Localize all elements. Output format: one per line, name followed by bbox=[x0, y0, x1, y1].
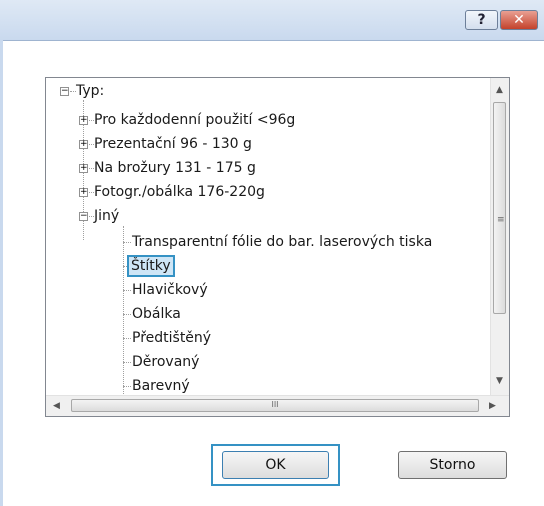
tree-connector bbox=[123, 386, 131, 387]
tree-item-derovany[interactable]: Děrovaný bbox=[132, 353, 199, 371]
title-bar[interactable]: ? ✕ bbox=[0, 0, 544, 41]
expand-icon[interactable]: + bbox=[79, 164, 88, 173]
collapse-icon[interactable]: − bbox=[60, 87, 69, 96]
tree-connector bbox=[123, 242, 131, 243]
horizontal-scrollbar[interactable]: ◀ III ▶ bbox=[46, 395, 509, 416]
tree-connector bbox=[123, 290, 131, 291]
tree-item-predtisteny[interactable]: Předtištěný bbox=[132, 329, 211, 347]
tree-root-typ[interactable]: Typ: bbox=[76, 82, 104, 100]
collapse-icon[interactable]: − bbox=[79, 212, 88, 221]
tree-item-barevny[interactable]: Barevný bbox=[132, 377, 190, 395]
dialog: ? ✕ − Typ: + Pro každodenní použití <96g… bbox=[0, 0, 544, 506]
tree-connector bbox=[123, 314, 131, 315]
tree-item-obalka[interactable]: Obálka bbox=[132, 305, 181, 323]
ok-button[interactable]: OK bbox=[222, 451, 329, 479]
tree-item-transparentni-folie[interactable]: Transparentní fólie do bar. laserových t… bbox=[132, 233, 432, 251]
grip-icon: ≡ bbox=[497, 215, 505, 225]
tree-item-jiny[interactable]: Jiný bbox=[94, 207, 119, 225]
scroll-up-arrow-icon[interactable]: ▲ bbox=[496, 85, 503, 95]
scroll-left-arrow-icon[interactable]: ◀ bbox=[53, 401, 60, 411]
scroll-down-arrow-icon[interactable]: ▼ bbox=[496, 376, 503, 386]
help-button[interactable]: ? bbox=[465, 10, 498, 30]
tree-item-hlavickovy[interactable]: Hlavičkový bbox=[132, 281, 208, 299]
scroll-right-arrow-icon[interactable]: ▶ bbox=[489, 401, 496, 411]
tree-connector bbox=[123, 226, 124, 396]
expand-icon[interactable]: + bbox=[79, 188, 88, 197]
tree-item-na-brozury[interactable]: Na brožury 131 - 175 g bbox=[94, 159, 256, 177]
window-border bbox=[0, 40, 3, 506]
tree-item-stitky[interactable]: Štítky bbox=[127, 255, 175, 277]
paper-type-tree[interactable]: − Typ: + Pro každodenní použití <96g + P… bbox=[45, 77, 510, 417]
tree-content: − Typ: + Pro každodenní použití <96g + P… bbox=[46, 78, 491, 396]
tree-item-fotogr-obalka[interactable]: Fotogr./obálka 176-220g bbox=[94, 183, 265, 201]
horizontal-scroll-thumb[interactable]: III bbox=[71, 399, 479, 412]
vertical-scrollbar[interactable]: ▲ ≡ ▼ bbox=[490, 78, 509, 396]
tree-connector bbox=[123, 338, 131, 339]
close-button[interactable]: ✕ bbox=[500, 10, 538, 30]
tree-item-pro-kazdodenni[interactable]: Pro každodenní použití <96g bbox=[94, 111, 295, 129]
grip-icon: III bbox=[271, 400, 279, 409]
tree-connector bbox=[123, 362, 131, 363]
tree-item-prezentacni[interactable]: Prezentační 96 - 130 g bbox=[94, 135, 252, 153]
expand-icon[interactable]: + bbox=[79, 140, 88, 149]
expand-icon[interactable]: + bbox=[79, 116, 88, 125]
vertical-scroll-thumb[interactable]: ≡ bbox=[493, 102, 506, 314]
cancel-button[interactable]: Storno bbox=[398, 451, 507, 479]
